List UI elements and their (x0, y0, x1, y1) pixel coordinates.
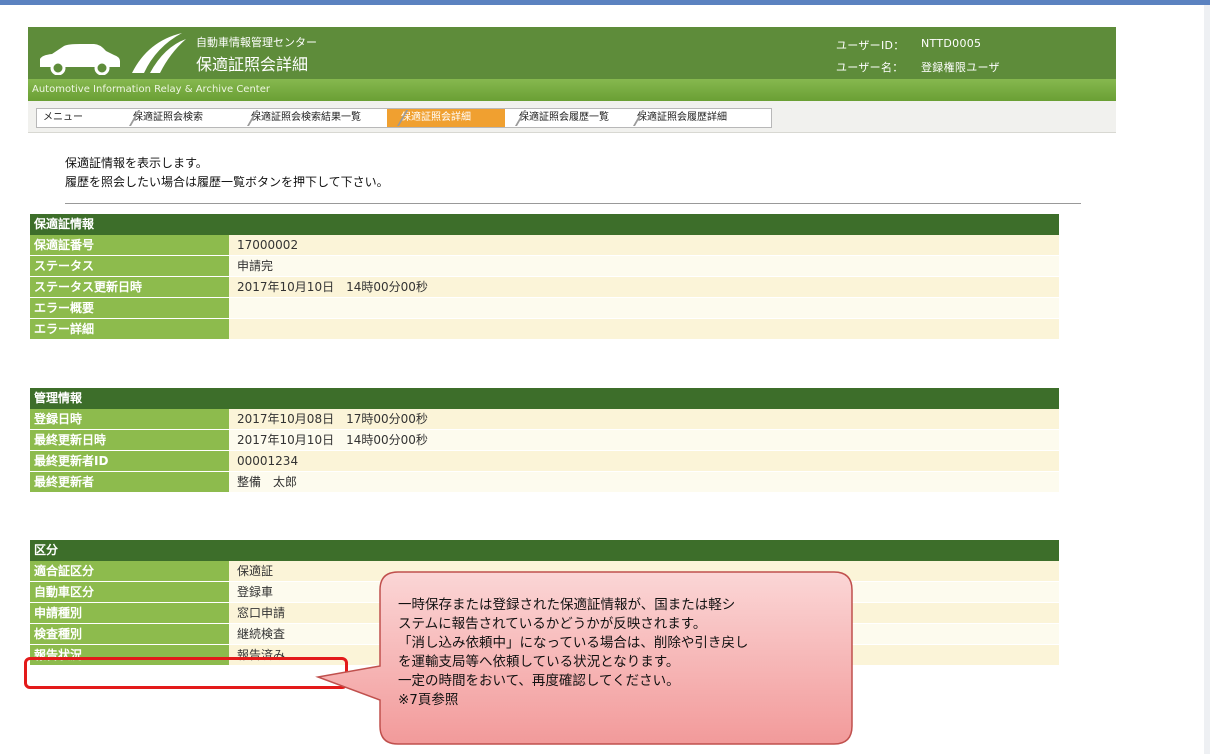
user-name-label: ユーザー名： (836, 61, 904, 74)
row-label: エラー概要 (30, 298, 229, 319)
intro-line-2: 履歴を照会したい場合は履歴一覧ボタンを押下して下さい。 (65, 175, 389, 189)
section-admin-info: 管理情報 登録日時 2017年10月08日 17時00分00秒 最終更新日時 201… (30, 388, 1059, 493)
section-cert-info: 保適証情報 保適証番号 17000002 ステータス 申請完 ステータス更新日時 20… (30, 214, 1059, 340)
intro-line-1: 保適証情報を表示します。 (65, 156, 208, 170)
table-row: ステータス 申請完 (30, 256, 1059, 277)
divider (65, 203, 1081, 204)
row-label: 適合証区分 (30, 561, 229, 582)
callout-line-1: 一時保存または登録された保適証情報が、国または軽シ (398, 597, 736, 613)
breadcrumb-menu[interactable]: メニュー (37, 109, 119, 127)
breadcrumb-strip: メニュー 保適証照会検索 保適証照会検索結果一覧 保適証照会詳細 保適証照会履歴… (36, 108, 772, 128)
table-row: エラー詳細 (30, 319, 1059, 340)
row-value (229, 298, 1059, 319)
row-value (229, 319, 1059, 340)
callout-line-5: 一定の時間をおいて、再度確認してください。 (398, 673, 680, 689)
breadcrumb-search-results[interactable]: 保適証照会検索結果一覧 (237, 109, 387, 127)
top-accent-bar (0, 0, 1210, 5)
row-label: 検査種別 (30, 624, 229, 645)
user-id-label: ユーザーID： (836, 39, 905, 52)
row-label: 最終更新日時 (30, 430, 229, 451)
page-edge (1204, 5, 1210, 754)
callout-line-4: を運輸支局等へ依頼している状況となります。 (398, 654, 680, 670)
breadcrumb: メニュー 保適証照会検索 保適証照会検索結果一覧 保適証照会詳細 保適証照会履歴… (28, 101, 1116, 133)
user-name-value: 登録権限ユーザ (921, 61, 1000, 74)
car-logo-icon (40, 33, 186, 75)
row-label: 登録日時 (30, 409, 229, 430)
table-row: 最終更新者 整備 太郎 (30, 472, 1059, 493)
callout-line-3: 「消し込み依頼中」になっている場合は、削除や引き戻し (398, 635, 749, 651)
org-name: 自動車情報管理センター (196, 36, 317, 49)
page-title: 保適証照会詳細 (196, 55, 309, 74)
report-status-highlight (24, 657, 348, 689)
row-value: 保適証 (229, 561, 1059, 582)
row-value: 2017年10月10日 14時00分00秒 (229, 430, 1059, 451)
table-row: ステータス更新日時 2017年10月10日 14時00分00秒 (30, 277, 1059, 298)
table-row: エラー概要 (30, 298, 1059, 319)
row-value: 申請完 (229, 256, 1059, 277)
row-value: 整備 太郎 (229, 472, 1059, 493)
row-label: ステータス (30, 256, 229, 277)
row-label: 保適証番号 (30, 235, 229, 256)
row-value: 17000002 (229, 235, 1059, 256)
row-label: 最終更新者ID (30, 451, 229, 472)
intro-text: 保適証情報を表示します。 履歴を照会したい場合は履歴一覧ボタンを押下して下さい。 (65, 154, 389, 192)
row-value: 2017年10月08日 17時00分00秒 (229, 409, 1059, 430)
callout-line-2: ステムに報告されているかどうかが反映されます。 (398, 616, 707, 632)
org-english-name: Automotive Information Relay & Archive C… (32, 84, 270, 95)
row-label: 申請種別 (30, 603, 229, 624)
section-title: 保適証情報 (30, 214, 1059, 235)
row-label: エラー詳細 (30, 319, 229, 340)
section-title: 区分 (30, 540, 1059, 561)
section-title: 管理情報 (30, 388, 1059, 409)
app-header: 自動車情報管理センター 保適証照会詳細 ユーザーID： NTTD0005 ユーザ… (28, 27, 1116, 79)
row-label: ステータス更新日時 (30, 277, 229, 298)
table-row: 登録日時 2017年10月08日 17時00分00秒 (30, 409, 1059, 430)
breadcrumb-history-list[interactable]: 保適証照会履歴一覧 (505, 109, 623, 127)
breadcrumb-detail[interactable]: 保適証照会詳細 (387, 109, 505, 127)
user-id-value: NTTD0005 (921, 37, 982, 50)
callout-line-6: ※7頁参照 (398, 692, 459, 708)
row-label: 最終更新者 (30, 472, 229, 493)
org-english-banner: Automotive Information Relay & Archive C… (28, 79, 1116, 101)
row-value: 2017年10月10日 14時00分00秒 (229, 277, 1059, 298)
row-label: 自動車区分 (30, 582, 229, 603)
row-value: 00001234 (229, 451, 1059, 472)
table-row: 最終更新者ID 00001234 (30, 451, 1059, 472)
table-row: 最終更新日時 2017年10月10日 14時00分00秒 (30, 430, 1059, 451)
breadcrumb-search[interactable]: 保適証照会検索 (119, 109, 237, 127)
table-row: 適合証区分 保適証 (30, 561, 1059, 582)
table-row: 保適証番号 17000002 (30, 235, 1059, 256)
breadcrumb-history-detail[interactable]: 保適証照会履歴詳細 (623, 109, 771, 127)
callout-text: 一時保存または登録された保適証情報が、国または軽シ ステムに報告されているかどう… (398, 596, 838, 710)
